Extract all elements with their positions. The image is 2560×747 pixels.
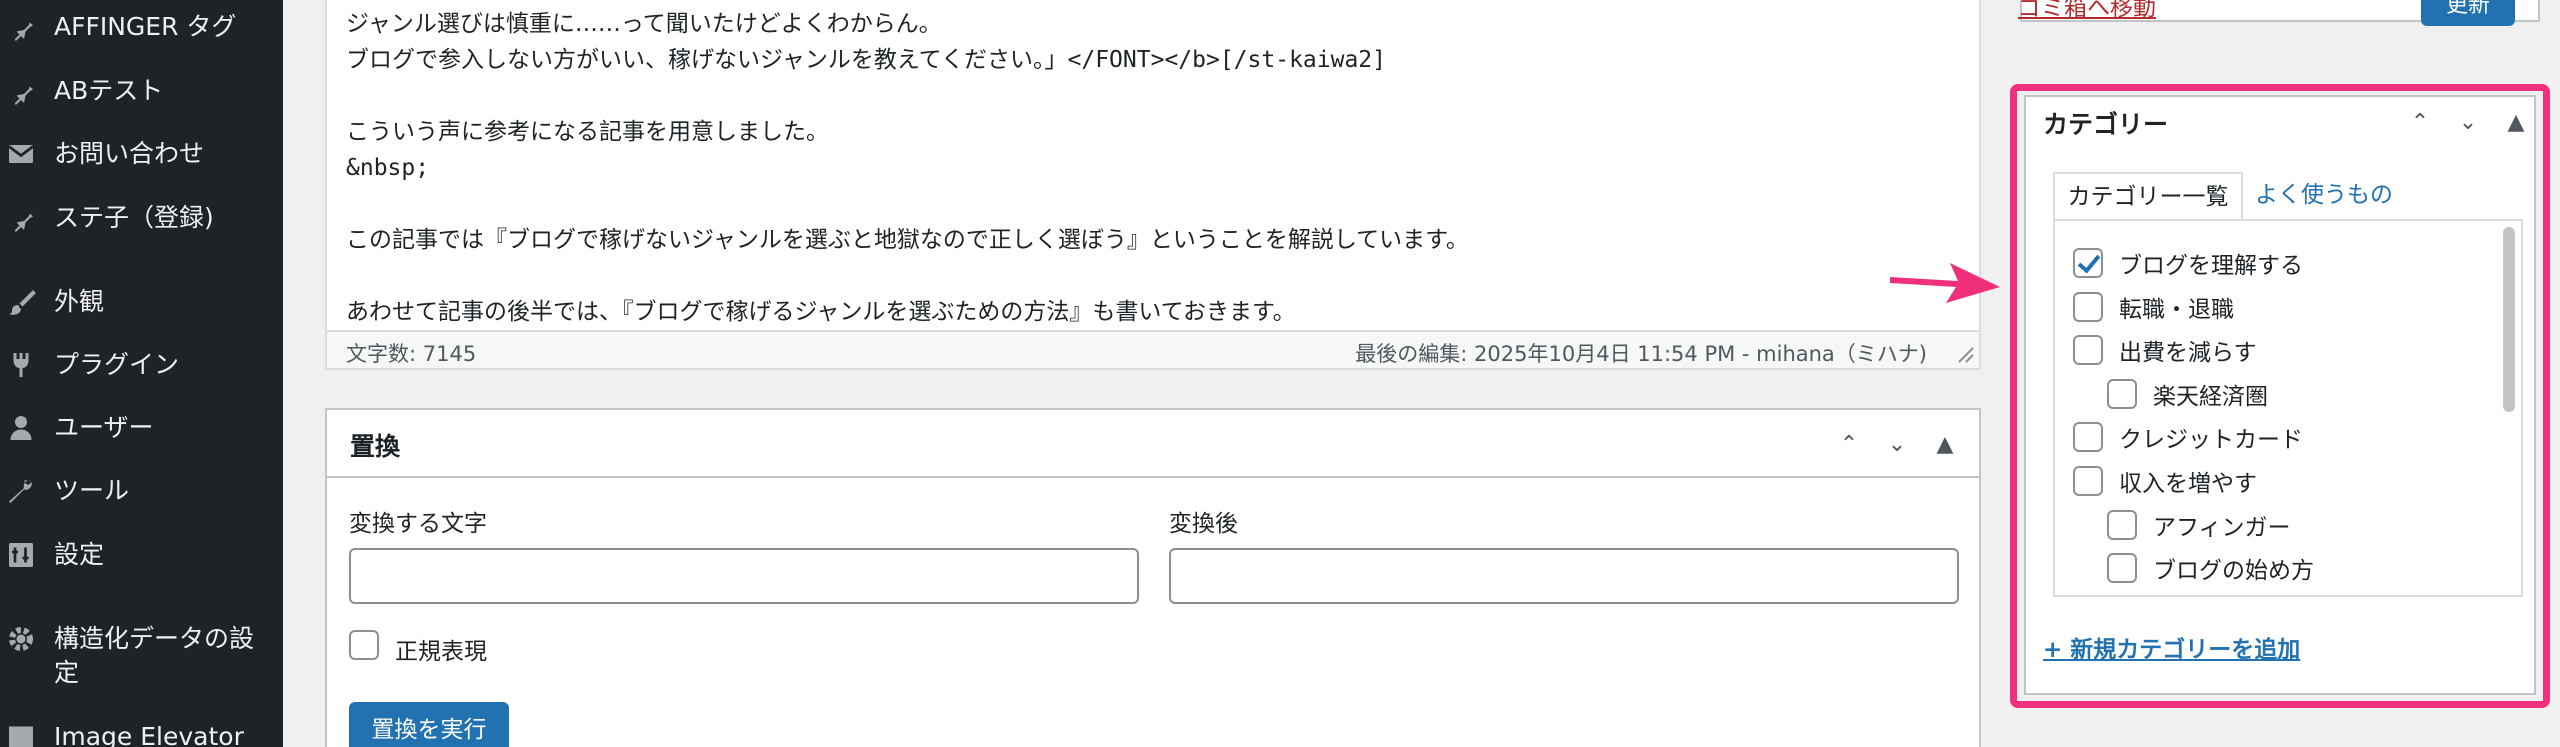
category-label: アフィンガー — [2153, 515, 2291, 541]
category-checkbox[interactable] — [2073, 335, 2103, 365]
collapse-toggle-icon[interactable]: ▲ — [2492, 110, 2540, 135]
sidebar-item-label: プラグイン — [54, 350, 180, 379]
pin-icon — [4, 10, 38, 44]
editor-line: あわせて記事の後半では、『ブログで稼げるジャンルを選ぶための方法』も書いておきま… — [346, 299, 1296, 325]
collapse-toggle-icon[interactable]: ▲ — [1921, 432, 1969, 457]
category-label: 楽天経済圏 — [2153, 384, 2268, 410]
category-checkbox[interactable] — [2107, 379, 2137, 409]
move-up-icon[interactable]: ⌃ — [2396, 110, 2444, 135]
plugin-icon — [4, 348, 38, 382]
sidebar-item-label: ユーザー — [54, 413, 154, 442]
list-item[interactable]: 転職・退職 — [2073, 287, 2234, 327]
sidebar-item-label: AFFINGER タグ — [54, 12, 237, 41]
list-item[interactable]: ブログの始め方 — [2107, 548, 2314, 588]
add-category-link[interactable]: + 新規カテゴリーを追加 — [2043, 630, 2300, 664]
category-checkbox[interactable] — [2073, 466, 2103, 496]
replace-panel: 置換 ⌃ ⌄ ▲ 変換する文字 変換後 正規表現 置換を実行 — [325, 408, 1981, 747]
editor-content[interactable]: ジャンル選びは慎重に……って聞いたけどよくわからん。 ブログで参入しない方がいい… — [346, 0, 1959, 330]
wrench-icon — [4, 474, 38, 508]
pin-icon — [4, 74, 38, 108]
category-label: 転職・退職 — [2119, 297, 2234, 323]
list-item[interactable]: 収入を増やす — [2073, 461, 2257, 501]
sidebar-item-label: ツール — [54, 476, 130, 505]
list-item[interactable]: アフィンガー — [2107, 505, 2291, 545]
replace-panel-header: 置換 ⌃ ⌄ ▲ — [327, 410, 1979, 478]
category-label: ブログの始め方 — [2153, 558, 2314, 584]
update-button[interactable]: 更新 — [2421, 0, 2515, 26]
image-icon — [4, 720, 38, 747]
move-up-icon[interactable]: ⌃ — [1825, 432, 1873, 457]
category-checkbox[interactable] — [2107, 553, 2137, 583]
editor-line: こういう声に参考になる記事を用意しました。 — [346, 119, 829, 145]
tab-popular-categories[interactable]: よく使うもの — [2255, 172, 2435, 218]
replace-from-label: 変換する文字 — [349, 511, 487, 537]
sidebar-item-label: Image Elevator — [54, 722, 244, 747]
user-icon — [4, 411, 38, 445]
panel-title: 置換 — [350, 432, 401, 461]
run-replace-button[interactable]: 置換を実行 — [349, 702, 509, 747]
regex-checkbox[interactable] — [349, 630, 379, 660]
editor-line: &nbsp; — [346, 155, 430, 181]
category-label: 収入を増やす — [2119, 471, 2257, 497]
mail-icon — [4, 137, 38, 171]
replace-to-input[interactable] — [1169, 548, 1959, 604]
category-checkbox[interactable] — [2073, 422, 2103, 452]
replace-to-label: 変換後 — [1169, 511, 1238, 537]
brush-icon — [4, 285, 38, 319]
admin-sidebar: AFFINGER タグ ABテスト お問い合わせ ステ子（登録) 外観 プラグイ… — [0, 0, 283, 747]
editor-line: ジャンル選びは慎重に……って聞いたけどよくわからん。 — [346, 11, 942, 37]
trash-link[interactable]: ゴミ箱へ移動 — [2018, 0, 2156, 22]
category-label: 出費を減らす — [2119, 340, 2257, 366]
editor-line: この記事では『ブログで稼げないジャンルを選ぶと地獄なので正しく選ぼう』ということ… — [346, 227, 1469, 253]
list-item[interactable]: ブログを理解する — [2073, 243, 2303, 283]
category-panel: カテゴリー ⌃ ⌄ ▲ カテゴリー一覧 よく使うもの ブログを理解する 転職・退… — [2024, 95, 2536, 695]
pointer-arrow-icon — [1890, 263, 2000, 303]
editor-status-bar: 文字数: 7145 最後の編集: 2025年10月4日 11:54 PM - m… — [327, 330, 1979, 368]
sidebar-item-label: 設定 — [54, 540, 105, 569]
scrollbar-thumb[interactable] — [2503, 227, 2515, 412]
text-editor[interactable]: ジャンル選びは慎重に……って聞いたけどよくわからん。 ブログで参入しない方がいい… — [325, 0, 1981, 370]
list-item[interactable]: 出費を減らす — [2073, 330, 2257, 370]
sidebar-item-label: お問い合わせ — [54, 139, 205, 168]
move-down-icon[interactable]: ⌄ — [1873, 432, 1921, 457]
list-item[interactable]: 楽天経済圏 — [2107, 374, 2268, 414]
move-down-icon[interactable]: ⌄ — [2444, 110, 2492, 135]
settings-icon — [4, 538, 38, 572]
category-label: クレジットカード — [2119, 427, 2303, 453]
category-checkbox[interactable] — [2073, 248, 2103, 278]
category-label: ブログを理解する — [2119, 253, 2303, 279]
pin-icon — [4, 201, 38, 235]
category-checkbox[interactable] — [2107, 510, 2137, 540]
editor-line: ブログで参入しない方がいい、稼げないジャンルを教えてください。」</FONT><… — [346, 47, 1386, 73]
category-checkbox[interactable] — [2073, 292, 2103, 322]
category-panel-header: カテゴリー ⌃ ⌄ ▲ — [2026, 97, 2534, 147]
list-item[interactable]: クレジットカード — [2073, 417, 2303, 457]
tab-all-categories[interactable]: カテゴリー一覧 — [2053, 172, 2243, 220]
panel-title: カテゴリー — [2043, 110, 2169, 139]
last-edit-info: 最後の編集: 2025年10月4日 11:54 PM - mihana（ミハナ) — [1355, 342, 1927, 366]
replace-from-input[interactable] — [349, 548, 1139, 604]
sidebar-item-label: 外観 — [54, 287, 105, 316]
resize-handle-icon[interactable] — [1953, 342, 1975, 364]
regex-label: 正規表現 — [395, 639, 487, 665]
sidebar-item-label: 構造化データの設定 — [54, 624, 255, 687]
sidebar-item-label: ステ子（登録) — [54, 203, 214, 232]
word-count: 文字数: 7145 — [346, 342, 477, 366]
sidebar-item-label: ABテスト — [54, 76, 164, 105]
gear-icon — [4, 622, 38, 656]
category-checklist[interactable]: ブログを理解する 転職・退職 出費を減らす 楽天経済圏 クレジットカード 収入を… — [2053, 219, 2523, 597]
